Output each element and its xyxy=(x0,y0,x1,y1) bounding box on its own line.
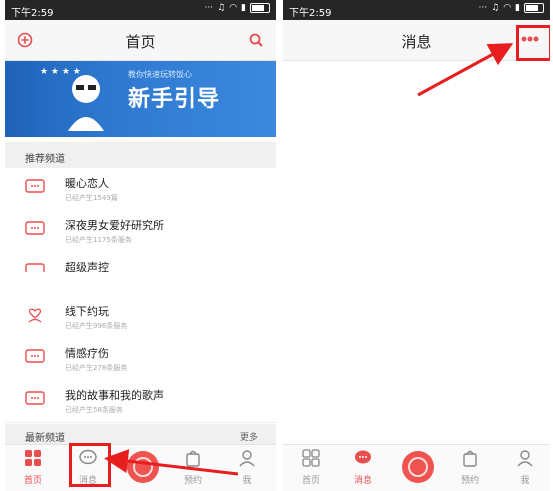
page-title: 首页 xyxy=(125,33,156,51)
bag-icon xyxy=(186,450,200,467)
center-action-button[interactable] xyxy=(127,451,159,483)
person-icon xyxy=(517,450,533,467)
channel-title: 暖心恋人 xyxy=(65,177,109,190)
tab-me[interactable]: 我 xyxy=(505,449,545,486)
channel-row[interactable]: 暖心恋人 已经产生1549篇 xyxy=(5,168,276,211)
section-label: 最新频道 xyxy=(25,433,65,444)
channel-subtitle: 已经产生996条服务 xyxy=(65,322,128,330)
chat-icon xyxy=(25,221,45,235)
center-action-button[interactable] xyxy=(402,451,434,483)
bottom-tab-bar: 首页 消息 预约 我 xyxy=(5,444,276,491)
tab-me[interactable]: 我 xyxy=(227,449,267,486)
dots-icon: ··· xyxy=(478,3,488,13)
signal-icon: ▮ xyxy=(241,3,246,13)
tab-home[interactable]: 首页 xyxy=(291,449,331,486)
status-time: 下午2:59 xyxy=(11,8,54,19)
search-icon[interactable] xyxy=(244,28,268,52)
banner-title: 新手引导 xyxy=(128,87,221,112)
message-tab-highlight-box xyxy=(69,443,111,487)
home-grid-icon xyxy=(25,450,41,466)
tab-home[interactable]: 首页 xyxy=(13,449,53,486)
heart-person-icon xyxy=(28,308,42,323)
battery-icon xyxy=(524,3,544,13)
channel-subtitle: 已经产生1175条服务 xyxy=(65,236,132,244)
top-bar: 首页 xyxy=(5,20,276,61)
headphone-icon: ♫ xyxy=(491,3,500,13)
channel-subtitle: 已经产生278条服务 xyxy=(65,364,128,372)
status-bar: 下午2:59 ··· ♫ ◠ ▮ xyxy=(283,0,550,20)
section-label: 推荐频道 xyxy=(25,154,65,165)
avatar-illustration xyxy=(68,75,104,131)
more-link[interactable]: 更多 xyxy=(240,430,258,443)
channel-row[interactable]: 深夜男女爱好研究所 已经产生1175条服务 xyxy=(5,210,276,253)
top-bar: 消息 xyxy=(283,20,550,61)
bottom-tab-bar: 首页 消息 预约 我 xyxy=(283,444,550,491)
channel-row-partial[interactable]: 超级声控 xyxy=(5,252,276,273)
more-button-highlight-box xyxy=(516,25,550,61)
channel-title: 深夜男女爱好研究所 xyxy=(65,219,164,232)
wifi-icon: ◠ xyxy=(229,3,238,13)
channel-row[interactable]: 线下约玩 已经产生996条服务 xyxy=(5,296,276,339)
channel-title: 超级声控 xyxy=(65,261,109,273)
chat-icon xyxy=(25,349,45,363)
home-grid-icon xyxy=(302,449,320,467)
channel-subtitle: 已经产生1549篇 xyxy=(65,194,118,202)
channel-title: 线下约玩 xyxy=(65,305,109,318)
person-icon xyxy=(239,450,255,467)
tab-booking[interactable]: 预约 xyxy=(173,449,213,486)
headphone-icon: ♫ xyxy=(217,3,226,13)
battery-icon xyxy=(250,3,270,13)
status-time: 下午2:59 xyxy=(289,8,332,19)
channel-title: 我的故事和我的歌声 xyxy=(65,389,164,402)
bag-icon xyxy=(463,450,477,467)
channel-title: 情感疗伤 xyxy=(65,347,109,360)
list-gap xyxy=(5,272,276,294)
tab-booking[interactable]: 预约 xyxy=(450,449,490,486)
status-bar: 下午2:59 ··· ♫ ◠ ▮ xyxy=(5,0,276,20)
channel-subtitle: 已经产生58条服务 xyxy=(65,406,123,414)
section-recommend: 推荐频道 xyxy=(5,142,276,168)
chat-icon xyxy=(25,179,45,193)
chat-icon xyxy=(25,391,45,405)
right-phone-screen: 下午2:59 ··· ♫ ◠ ▮ 消息 首页 消息 预约 我 xyxy=(283,0,550,491)
signal-icon: ▮ xyxy=(515,3,520,13)
guide-banner[interactable]: ★ ★ ★ ★ 教你快速玩转饭心 新手引导 xyxy=(5,61,276,137)
section-new: 最新频道 更多 xyxy=(5,424,276,444)
wifi-icon: ◠ xyxy=(503,3,512,13)
dots-icon: ··· xyxy=(204,3,214,13)
page-title: 消息 xyxy=(401,33,432,51)
message-icon xyxy=(355,450,371,464)
channel-row[interactable]: 我的故事和我的歌声 已经产生58条服务 xyxy=(5,380,276,423)
tab-messages[interactable]: 消息 xyxy=(343,449,383,486)
left-phone-screen: 下午2:59 ··· ♫ ◠ ▮ 首页 ★ ★ ★ ★ 教你快速玩转饭心 新手引… xyxy=(5,0,276,491)
channel-row[interactable]: 情感疗伤 已经产生278条服务 xyxy=(5,338,276,381)
banner-subtitle: 教你快速玩转饭心 xyxy=(128,70,192,79)
